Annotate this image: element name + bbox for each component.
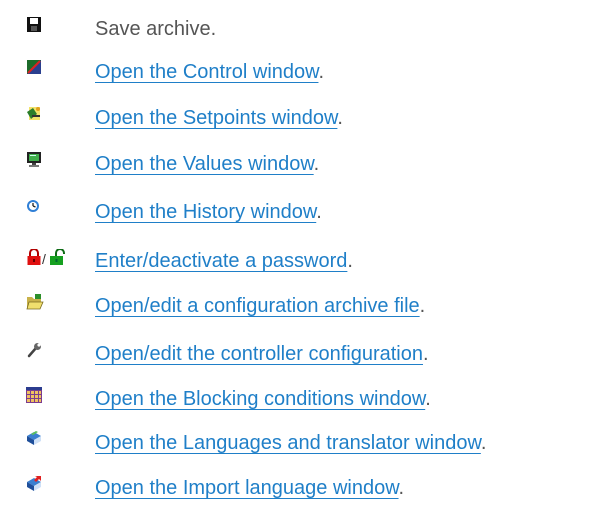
list-item-text: Open the Values window.: [95, 153, 320, 175]
padlock-icons: /: [27, 249, 65, 267]
list-item-password: / Enter/deactivate a password.: [0, 249, 595, 283]
blocking-conditions-link[interactable]: Open the Blocking conditions window: [95, 388, 425, 410]
controller-config-link[interactable]: Open/edit the controller configuration: [95, 343, 423, 365]
list-item-text: Open the Control window.: [95, 61, 325, 83]
list-item-config-archive: Open/edit a configuration archive file.: [0, 294, 595, 328]
control-window-link[interactable]: Open the Control window: [95, 61, 318, 83]
book-import-icon: [27, 476, 41, 491]
open-folder-icon: [26, 294, 44, 310]
password-link[interactable]: Enter/deactivate a password: [95, 250, 347, 272]
list-item-text: Open the Import language window.: [95, 477, 405, 499]
floppy-disk-icon: [27, 17, 41, 32]
list-item-text: Open the History window.: [95, 201, 322, 223]
languages-link[interactable]: Open the Languages and translator window: [95, 432, 481, 454]
clock-icon: [27, 200, 39, 212]
list-item-setpoints-window: Open the Setpoints window.: [0, 106, 595, 140]
config-archive-link[interactable]: Open/edit a configuration archive file: [95, 295, 420, 317]
control-window-icon: [27, 60, 41, 74]
list-item-save-archive: Save archive.: [0, 17, 595, 51]
calendar-grid-icon: [26, 387, 42, 403]
list-item-control-window: Open the Control window.: [0, 60, 595, 94]
monitor-icon: [27, 152, 41, 167]
list-item-history-window: Open the History window.: [0, 200, 595, 234]
import-language-link[interactable]: Open the Import language window: [95, 477, 399, 499]
unlocked-padlock-icon: [50, 249, 65, 265]
locked-padlock-icon: [27, 249, 41, 265]
list-item-text: Open the Blocking conditions window.: [95, 388, 431, 410]
save-archive-text: Save archive.: [95, 18, 217, 40]
list-item-text: Open the Setpoints window.: [95, 107, 343, 129]
book-icon: [27, 431, 41, 445]
wrench-icon: [27, 343, 41, 358]
list-item-text: Save archive.: [95, 17, 216, 41]
list-item-text: Open the Languages and translator window…: [95, 432, 487, 454]
list-item-text: Enter/deactivate a password.: [95, 250, 353, 272]
list-item-text: Open/edit a configuration archive file.: [95, 295, 426, 317]
history-window-link[interactable]: Open the History window: [95, 201, 316, 223]
list-item-languages: Open the Languages and translator window…: [0, 431, 595, 465]
setpoints-window-icon: [27, 107, 40, 120]
list-item-blocking-conditions: Open the Blocking conditions window.: [0, 387, 595, 421]
list-item-values-window: Open the Values window.: [0, 152, 595, 186]
list-item-controller-config: Open/edit the controller configuration.: [0, 342, 595, 376]
list-item-import-language: Open the Import language window.: [0, 476, 595, 510]
padlock-separator: /: [42, 251, 46, 267]
values-window-link[interactable]: Open the Values window: [95, 153, 314, 175]
list-item-text: Open/edit the controller configuration.: [95, 343, 429, 365]
setpoints-window-link[interactable]: Open the Setpoints window: [95, 107, 337, 129]
